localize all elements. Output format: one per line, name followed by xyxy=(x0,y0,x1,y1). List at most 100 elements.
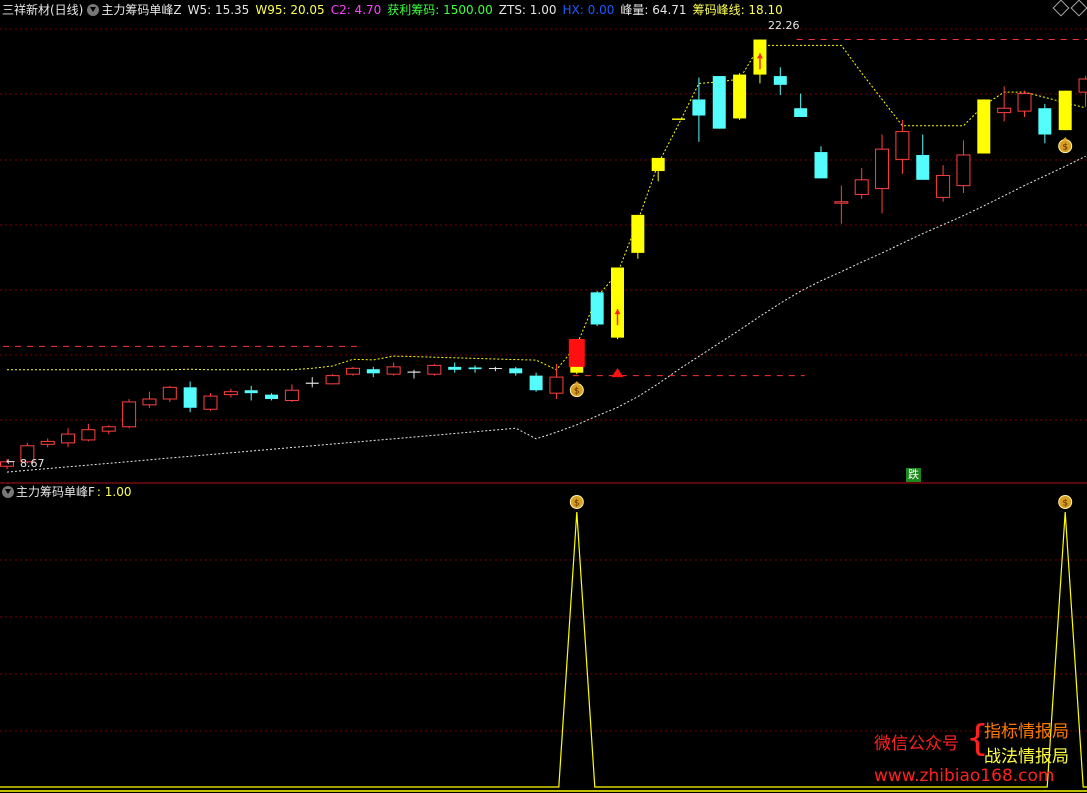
candle xyxy=(834,185,849,224)
profit-chips-value: 获利筹码: 1500.00 xyxy=(387,3,493,17)
candle-body xyxy=(203,395,218,410)
money-bag-glyph: $ xyxy=(574,499,580,509)
candle xyxy=(997,86,1012,122)
candle xyxy=(611,267,624,340)
candle-body xyxy=(448,366,462,370)
candle-body xyxy=(122,401,137,428)
candle-body xyxy=(773,76,787,85)
hx-value: HX: 0.00 xyxy=(562,3,615,17)
candle-body xyxy=(61,433,76,444)
candle xyxy=(692,77,706,142)
candle-body xyxy=(244,390,258,394)
candle-body xyxy=(611,267,624,338)
candle xyxy=(223,388,238,398)
candle xyxy=(1017,90,1032,117)
candle xyxy=(916,134,930,180)
sub-header: 主力筹码单峰F : 1.00 xyxy=(0,482,137,502)
watermark-wechat: 微信公众号 xyxy=(874,734,959,754)
candle-body xyxy=(794,108,808,117)
zts-value: ZTS: 1.00 xyxy=(498,3,557,17)
money-bag-icon: $ xyxy=(1058,495,1073,509)
candle xyxy=(529,372,543,392)
candle xyxy=(40,438,55,448)
candle xyxy=(448,362,462,373)
chip-bands xyxy=(6,44,1086,473)
candle-body xyxy=(631,214,645,253)
candle-body xyxy=(814,152,828,179)
candle xyxy=(733,73,747,120)
money-bag-icon: $ xyxy=(569,381,584,398)
candle-body xyxy=(733,74,747,119)
candle xyxy=(386,362,401,376)
candle-body xyxy=(509,368,523,374)
money-bag-glyph: $ xyxy=(1062,143,1068,153)
money-bag-knot xyxy=(1062,137,1069,141)
candle-body xyxy=(936,174,951,198)
stock-chart[interactable]: $ $ $ $ xyxy=(0,0,1087,793)
candle xyxy=(956,140,971,193)
sub-indicator-value: : 1.00 xyxy=(96,485,132,499)
candle xyxy=(977,99,991,154)
lower-band-line xyxy=(6,155,1086,473)
w5-value: W5: 15.35 xyxy=(187,3,250,17)
candle-body xyxy=(672,118,686,120)
triangle-marker-icon xyxy=(611,368,624,378)
candle xyxy=(427,363,442,376)
candle-body xyxy=(345,367,360,375)
candle xyxy=(407,369,421,379)
candle-body xyxy=(1017,93,1032,112)
candle-body xyxy=(834,201,849,204)
main-header: 三祥新材(日线) 主力筹码单峰Z W5: 15.35 W95: 20.05 C2… xyxy=(0,0,789,20)
high-price-label: 22.26 xyxy=(768,19,800,32)
candle xyxy=(203,393,218,411)
candle xyxy=(1058,90,1072,131)
indicator-menu-icon[interactable] xyxy=(87,4,100,16)
candle xyxy=(325,374,340,385)
candle-body xyxy=(366,369,380,374)
candle-body xyxy=(305,382,319,384)
candle-body xyxy=(386,366,401,375)
money-bag-glyph: $ xyxy=(1062,499,1068,509)
candle xyxy=(284,384,299,402)
watermark-name-2: 战法情报局 xyxy=(984,747,1069,767)
candle-body xyxy=(284,389,299,401)
money-bag-icon: $ xyxy=(569,495,584,509)
candle xyxy=(1078,76,1087,107)
candle-body xyxy=(590,292,604,325)
stock-title[interactable]: 三祥新材(日线) xyxy=(2,0,83,20)
candle xyxy=(244,385,258,401)
candle xyxy=(468,365,482,373)
sub-indicator-name[interactable]: 主力筹码单峰F xyxy=(16,482,95,502)
peak-volume-value: 峰量: 64.71 xyxy=(620,3,687,17)
indicator-name[interactable]: 主力筹码单峰Z xyxy=(101,0,181,20)
sub-indicator-menu-icon[interactable] xyxy=(2,486,14,498)
candle-body xyxy=(854,179,869,195)
candle xyxy=(488,366,502,372)
candle-body xyxy=(407,371,421,373)
candle xyxy=(651,157,665,182)
fall-tag: 跌 xyxy=(906,468,921,482)
candle xyxy=(712,76,726,129)
candle xyxy=(305,377,319,388)
candle xyxy=(183,381,197,413)
candles xyxy=(0,39,1087,470)
low-price-arrow-icon: ← xyxy=(6,455,16,468)
candle-body xyxy=(101,426,116,432)
w95-value: W95: 20.05 xyxy=(255,3,325,17)
candle xyxy=(81,423,96,442)
candle xyxy=(1038,103,1052,144)
candle xyxy=(875,134,890,214)
candle-body xyxy=(183,387,197,408)
candle xyxy=(101,425,116,435)
watermark-url: www.zhibiao168.com xyxy=(874,766,1055,786)
candle-body xyxy=(875,148,890,190)
candle-body xyxy=(651,157,665,172)
candle-body xyxy=(488,368,502,370)
candle-body xyxy=(325,375,340,385)
breakout-block xyxy=(568,339,585,367)
money-bag-icon: $ xyxy=(1058,137,1073,154)
candle-body xyxy=(1038,108,1052,135)
candle xyxy=(794,93,808,117)
watermark-name-1: 指标情报局 xyxy=(984,722,1069,742)
candle-body xyxy=(162,386,177,400)
